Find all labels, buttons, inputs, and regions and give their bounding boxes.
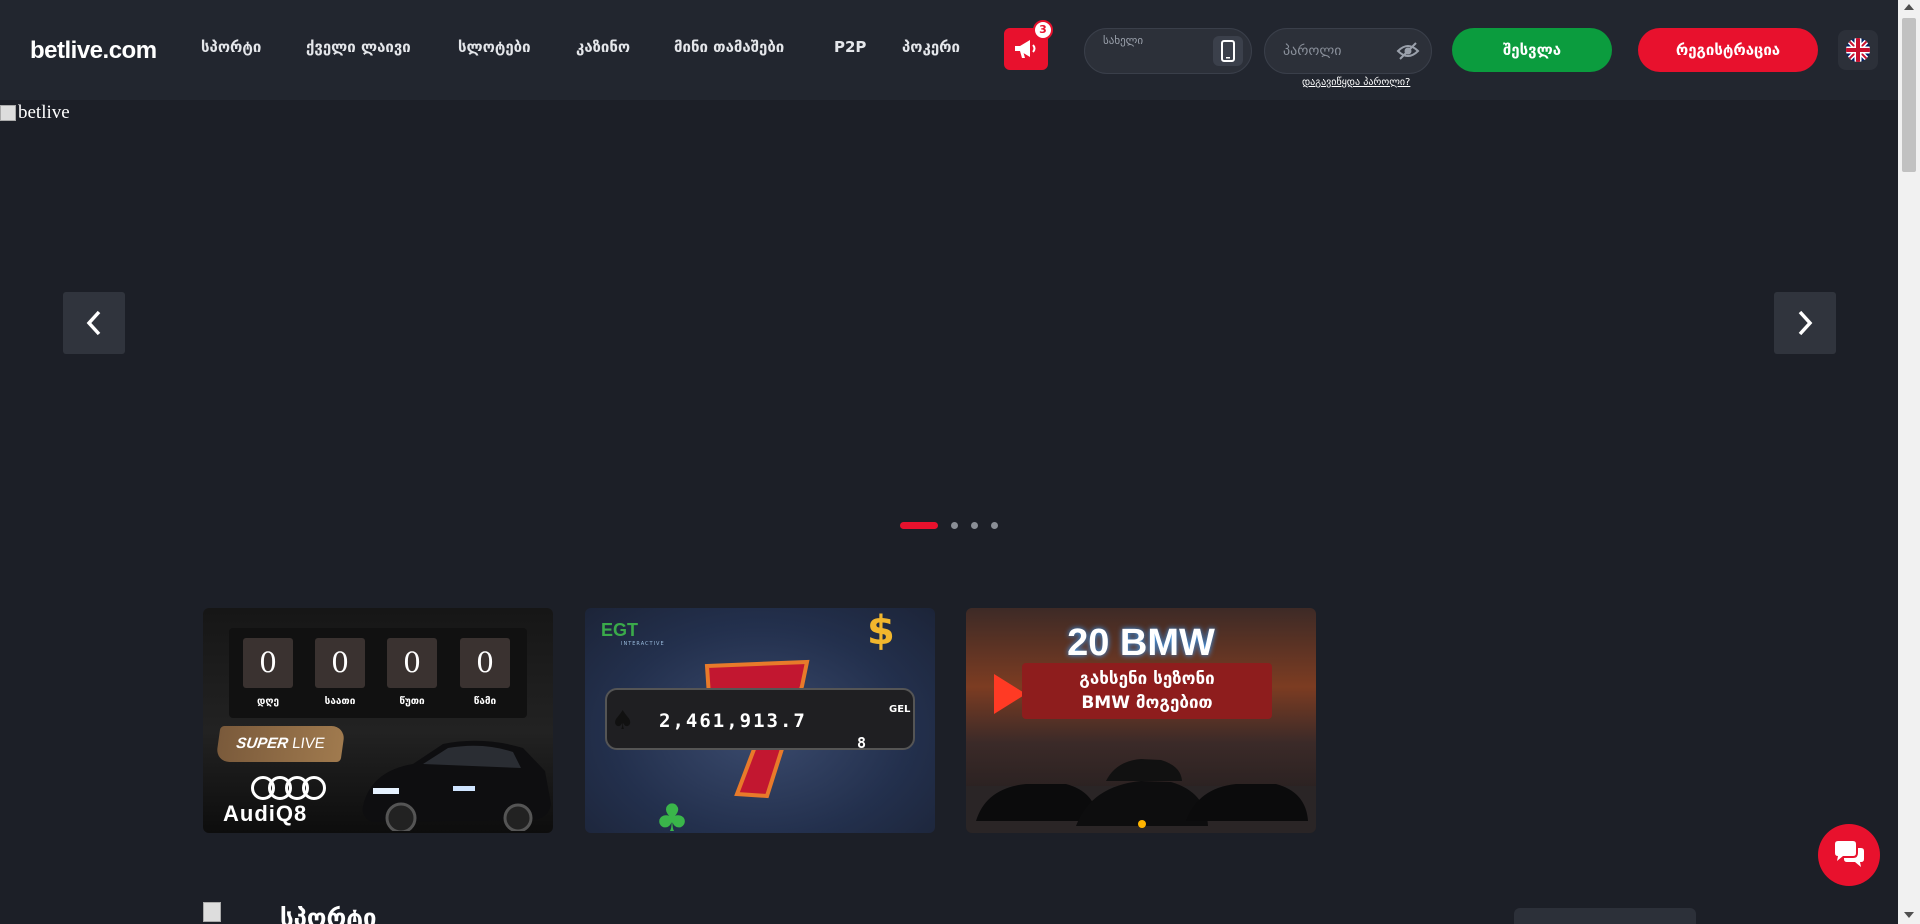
login-button[interactable]: შესვლა <box>1452 28 1612 72</box>
promo-card-bmw[interactable]: 20 BMW გახსენი სეზონი BMW მოგებით <box>966 608 1316 833</box>
bmw-cars-image <box>966 759 1316 833</box>
bmw-subtitle: გახსენი სეზონი BMW მოგებით <box>1022 663 1272 719</box>
username-field[interactable]: სახელი <box>1084 28 1252 74</box>
countdown-hours: 0 საათი <box>315 638 365 707</box>
nav-item-2[interactable]: სლოტები <box>458 38 531 56</box>
jackpot-amount-extra: 8 <box>857 734 867 752</box>
countdown-label: საათი <box>324 696 356 707</box>
countdown-value: 0 <box>387 638 437 688</box>
jackpot-counter: ♠ 2,461,913.7 8 GEL <box>605 688 915 752</box>
scroll-down-icon[interactable] <box>1904 912 1914 918</box>
dollar-icon: $ <box>867 608 895 654</box>
countdown-label: წუთი <box>399 696 425 707</box>
countdown-value: 0 <box>315 638 365 688</box>
nav-item-6[interactable]: პოკერი <box>902 38 960 56</box>
scroll-up-icon[interactable] <box>1904 4 1914 10</box>
site-header: betlive.com სპორტი ქველი ლაივი სლოტები კაზი… <box>0 0 1898 100</box>
section-title: სპორტი <box>280 904 377 924</box>
broken-image-icon <box>0 105 16 121</box>
nav-item-3[interactable]: კაზინო <box>576 38 630 56</box>
bmw-line-1: გახსენი სეზონი <box>1079 669 1215 689</box>
slider-prev-button[interactable] <box>63 292 125 354</box>
promo-card-super-live[interactable]: 0 დღე 0 საათი 0 წუთი 0 წამი SUPER LIVE A… <box>203 608 553 833</box>
forgot-password-link[interactable]: დაგავიწყდა პაროლი? <box>1302 77 1410 88</box>
bmw-title: 20 BMW <box>1067 622 1215 664</box>
chevron-left-icon <box>86 310 101 336</box>
username-input[interactable] <box>1103 47 1203 67</box>
slider-dot[interactable] <box>991 522 998 529</box>
spade-icon: ♠ <box>611 706 635 736</box>
slider-dot[interactable] <box>971 522 978 529</box>
nav-item-1[interactable]: ქველი ლაივი <box>306 38 411 56</box>
hero-image-alt: betlive <box>18 102 70 123</box>
live-chat-button[interactable] <box>1818 824 1880 886</box>
countdown-label: წამი <box>473 696 497 707</box>
countdown-seconds: 0 წამი <box>460 638 510 707</box>
chat-icon <box>1835 841 1864 867</box>
hero-slider[interactable]: betlive <box>0 100 1898 545</box>
sidebar-panel <box>1514 908 1696 924</box>
countdown-timer: 0 დღე 0 საათი 0 წუთი 0 წამი <box>229 628 527 718</box>
countdown-label: დღე <box>256 696 280 707</box>
language-selector[interactable] <box>1838 30 1878 70</box>
promo-card-egt-jackpot[interactable]: EGT INTERACTIVE $ ♣ ♠ 2,461,913.7 8 GEL <box>585 608 935 833</box>
countdown-value: 0 <box>243 638 293 688</box>
sport-section-icon <box>203 902 221 922</box>
nav-item-0[interactable]: სპორტი <box>201 38 261 56</box>
slider-dots <box>900 522 998 529</box>
scroll-thumb[interactable] <box>1902 18 1916 172</box>
car-image <box>362 740 551 831</box>
uk-flag-icon <box>1846 38 1870 62</box>
promotions-button[interactable]: 3 <box>1004 20 1053 70</box>
slider-dot[interactable] <box>951 522 958 529</box>
super-live-badge: SUPER LIVE <box>215 726 346 762</box>
egt-logo: EGT <box>601 620 639 640</box>
megaphone-icon <box>1015 40 1036 58</box>
countdown-days: 0 დღე <box>243 638 293 707</box>
chevron-right-icon <box>1798 310 1813 336</box>
eye-off-icon[interactable] <box>1393 36 1423 66</box>
jackpot-currency: GEL <box>889 704 911 715</box>
countdown-value: 0 <box>460 638 510 688</box>
car-brand: AudiQ8 <box>223 801 308 826</box>
phone-icon[interactable] <box>1213 36 1243 66</box>
slider-dot[interactable] <box>900 522 938 529</box>
hero-image: betlive <box>0 102 70 124</box>
password-field[interactable] <box>1264 28 1432 74</box>
register-button[interactable]: რეგისტრაცია <box>1638 28 1818 72</box>
password-input[interactable] <box>1283 41 1383 61</box>
slider-next-button[interactable] <box>1774 292 1836 354</box>
page-scrollbar[interactable] <box>1898 0 1920 924</box>
bmw-line-2: BMW მოგებით <box>1081 693 1213 713</box>
username-label: სახელი <box>1103 34 1144 47</box>
nav-item-4[interactable]: მინი თამაშები <box>674 38 784 56</box>
notification-badge: 3 <box>1033 20 1053 40</box>
nav-item-5[interactable]: P2P <box>834 38 866 56</box>
countdown-minutes: 0 წუთი <box>387 638 437 707</box>
egt-logo-sub: INTERACTIVE <box>621 641 665 647</box>
clover-icon: ♣ <box>655 796 690 833</box>
jackpot-amount: 2,461,913.7 <box>659 710 807 732</box>
audi-logo-icon <box>251 776 326 800</box>
site-logo[interactable]: betlive.com <box>30 37 157 65</box>
